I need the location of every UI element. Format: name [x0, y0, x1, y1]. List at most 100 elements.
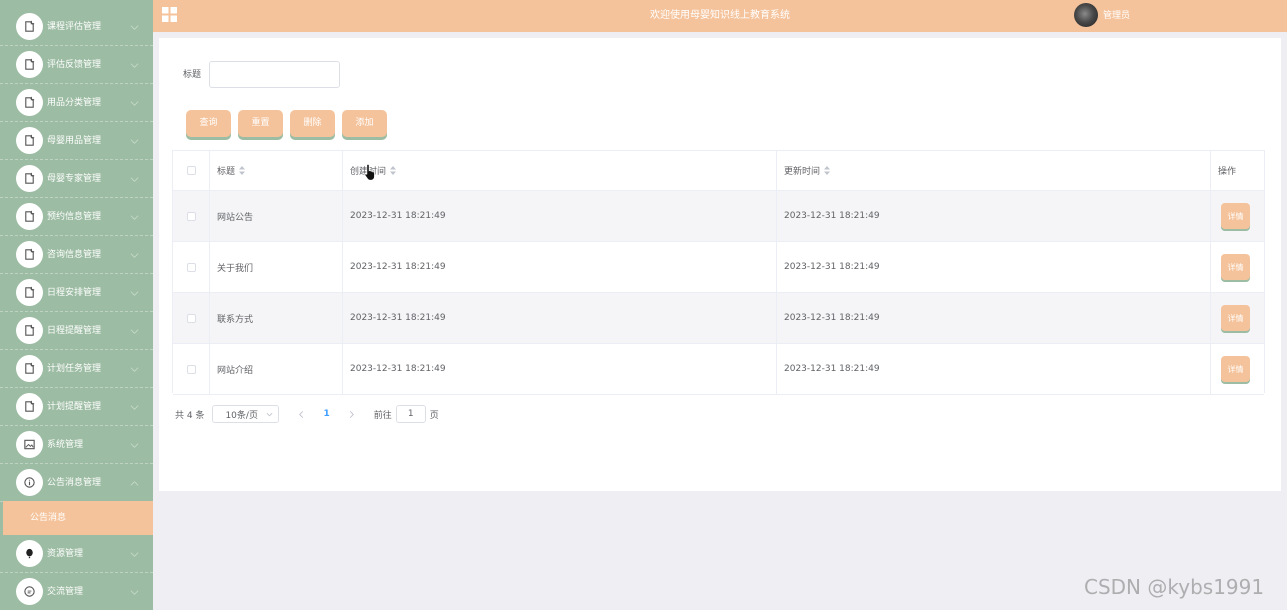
- row-checkbox[interactable]: [186, 262, 196, 272]
- sidebar-subitem-announcements[interactable]: 公告消息: [3, 501, 153, 535]
- sidebar-item-label: 公告消息管理: [47, 478, 102, 488]
- sidebar-item-consultations[interactable]: 咨询信息管理: [0, 236, 153, 274]
- doc-icon: [16, 279, 43, 306]
- cell-title: 网站介绍: [210, 344, 343, 394]
- delete-button[interactable]: 删除: [290, 110, 335, 137]
- reset-button[interactable]: 重置: [238, 110, 283, 137]
- row-select-cell: [173, 242, 210, 292]
- column-header-label: 更新时间: [784, 167, 821, 177]
- detail-button[interactable]: 详情: [1221, 203, 1250, 229]
- cell-updated: 2023-12-31 18:21:49: [777, 344, 1211, 394]
- table-row: 关于我们 2023-12-31 18:21:49 2023-12-31 18:2…: [173, 242, 1264, 293]
- row-checkbox[interactable]: [186, 313, 196, 323]
- cell-action: 详情: [1211, 344, 1264, 394]
- cell-updated: 2023-12-31 18:21:49: [777, 191, 1211, 241]
- chevron-down-icon: [130, 63, 139, 68]
- doc-icon: [16, 13, 43, 40]
- goto-label: 前往: [373, 410, 392, 421]
- announcements-table: 标题 创建时间 更新时间 操作 网站公告 2023-12-31 18:21:49…: [172, 150, 1265, 395]
- sidebar-item-label: 母婴用品管理: [47, 136, 102, 146]
- sidebar-item-label: 系统管理: [47, 440, 84, 450]
- detail-button[interactable]: 详情: [1221, 356, 1250, 382]
- cell-created: 2023-12-31 18:21:49: [343, 293, 777, 343]
- column-header-title[interactable]: 标题: [210, 151, 343, 190]
- row-checkbox[interactable]: [186, 211, 196, 221]
- row-select-cell: [173, 344, 210, 394]
- chevron-down-icon: [130, 25, 139, 30]
- sidebar-item-label: 用品分类管理: [47, 98, 102, 108]
- sidebar-item-schedule-reminders[interactable]: 日程提醒管理: [0, 312, 153, 350]
- select-all-cell: [173, 151, 210, 190]
- page-size-select[interactable]: 10条/页: [212, 405, 280, 423]
- sidebar-item-label: 咨询信息管理: [47, 250, 102, 260]
- watermark: CSDN @kybs1991: [1084, 575, 1265, 599]
- sidebar-item-resources[interactable]: 资源管理: [0, 535, 153, 573]
- chevron-down-icon: [130, 443, 139, 448]
- top-header: 欢迎使用母婴知识线上教育系统 管理员: [153, 0, 1287, 32]
- goto-page-input[interactable]: [395, 405, 426, 423]
- row-checkbox[interactable]: [186, 364, 196, 374]
- info-icon: [16, 469, 43, 496]
- sort-icon[interactable]: [824, 166, 831, 175]
- balloon-icon: [16, 540, 43, 567]
- grid-menu-icon[interactable]: [162, 7, 177, 22]
- avatar[interactable]: [1074, 3, 1098, 27]
- sidebar-item-experts[interactable]: 母婴专家管理: [0, 160, 153, 198]
- sidebar-item-schedule[interactable]: 日程安排管理: [0, 274, 153, 312]
- doc-icon: [16, 89, 43, 116]
- page-size-value: 10条/页: [225, 410, 258, 421]
- content-card: 标题 查询 重置 删除 添加 标题 创建时间 更新时间 操作 网站公告 2023…: [159, 38, 1281, 491]
- sort-icon[interactable]: [390, 166, 397, 175]
- doc-icon: [16, 241, 43, 268]
- page-number-current[interactable]: 1: [323, 409, 329, 419]
- chevron-down-icon: [130, 177, 139, 182]
- sidebar-item-product-category[interactable]: 用品分类管理: [0, 84, 153, 122]
- sidebar-item-system[interactable]: 系统管理: [0, 426, 153, 464]
- doc-icon: [16, 165, 43, 192]
- table-header-row: 标题 创建时间 更新时间 操作: [173, 151, 1264, 191]
- chevron-down-icon: [130, 590, 139, 595]
- title-search-input[interactable]: [209, 61, 340, 88]
- detail-button[interactable]: 详情: [1221, 254, 1250, 280]
- doc-icon: [16, 203, 43, 230]
- sidebar-subitem-label: 公告消息: [30, 513, 67, 523]
- chevron-down-icon: [130, 552, 139, 557]
- doc-icon: [16, 393, 43, 420]
- page-suffix-label: 页: [429, 410, 439, 421]
- detail-button[interactable]: 详情: [1221, 305, 1250, 331]
- cell-created: 2023-12-31 18:21:49: [343, 344, 777, 394]
- sidebar-item-course-evaluation[interactable]: 课程评估管理: [0, 8, 153, 46]
- select-all-checkbox[interactable]: [186, 166, 196, 175]
- chevron-down-icon: [130, 139, 139, 144]
- sidebar-item-appointments[interactable]: 预约信息管理: [0, 198, 153, 236]
- next-page-icon[interactable]: [347, 410, 356, 419]
- column-header-action: 操作: [1211, 151, 1264, 190]
- sort-icon[interactable]: [239, 166, 246, 175]
- add-button[interactable]: 添加: [342, 110, 387, 137]
- sidebar-item-plan-tasks[interactable]: 计划任务管理: [0, 350, 153, 388]
- sidebar-item-label: 资源管理: [47, 549, 84, 559]
- query-button[interactable]: 查询: [186, 110, 231, 137]
- chevron-down-icon: [130, 367, 139, 372]
- user-name[interactable]: 管理员: [1103, 0, 1130, 32]
- column-header-updated[interactable]: 更新时间: [777, 151, 1211, 190]
- pagination-total: 共 4 条: [175, 410, 205, 421]
- sidebar-item-announcements[interactable]: 公告消息管理: [0, 464, 153, 502]
- sidebar-item-label: 交流管理: [47, 587, 84, 597]
- sidebar-item-label: 计划任务管理: [47, 364, 102, 374]
- table-row: 网站介绍 2023-12-31 18:21:49 2023-12-31 18:2…: [173, 344, 1264, 395]
- sidebar-item-label: 日程提醒管理: [47, 326, 102, 336]
- cell-updated: 2023-12-31 18:21:49: [777, 242, 1211, 292]
- sidebar-item-label: 日程安排管理: [47, 288, 102, 298]
- sidebar-item-plan-reminders[interactable]: 计划提醒管理: [0, 388, 153, 426]
- picture-icon: [16, 431, 43, 458]
- sidebar-item-communication[interactable]: 交流管理: [0, 573, 153, 610]
- prev-page-icon[interactable]: [297, 410, 306, 419]
- sidebar-item-evaluation-feedback[interactable]: 评估反馈管理: [0, 46, 153, 84]
- cell-title: 网站公告: [210, 191, 343, 241]
- doc-icon: [16, 355, 43, 382]
- sidebar-item-baby-products[interactable]: 母婴用品管理: [0, 122, 153, 160]
- doc-icon: [16, 317, 43, 344]
- chevron-down-icon: [130, 101, 139, 106]
- column-header-created[interactable]: 创建时间: [343, 151, 777, 190]
